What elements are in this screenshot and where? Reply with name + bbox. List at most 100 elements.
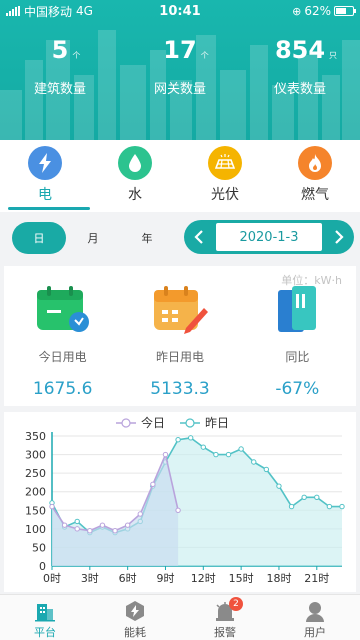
tab-electricity[interactable]: 电 <box>0 140 90 212</box>
y-tick-label: 250 <box>25 467 46 480</box>
date-picker: 2020-1-3 <box>184 220 354 254</box>
status-bar: 中国移动 4G 10:41 ⊕ 62% <box>0 0 360 22</box>
legend-marker <box>185 418 195 428</box>
user-icon <box>270 600 360 622</box>
date-value[interactable]: 2020-1-3 <box>216 223 322 251</box>
water-drop-icon <box>118 146 152 180</box>
data-point <box>301 494 307 500</box>
stat-unit: 个 <box>200 51 209 60</box>
summary-label: 昨日用电 <box>155 350 204 364</box>
tab-solar[interactable]: 光伏 <box>180 140 270 212</box>
nav-platform[interactable]: 平台 <box>0 595 90 640</box>
legend-marker <box>121 418 131 428</box>
nav-label: 用户 <box>304 626 326 639</box>
alarm-badge: 2 <box>229 597 243 611</box>
x-tick-label: 21时 <box>304 572 329 585</box>
y-tick-label: 300 <box>25 449 46 462</box>
data-point <box>225 451 232 458</box>
stats-row: 5个 建筑数量 17 个 网关数量 854 只 仪表数量 <box>0 36 360 97</box>
calendar-check-icon <box>4 284 121 336</box>
usage-line-chart: 0501001502002503003500时 3时 6时 9时 12时 15时 18时 21… <box>25 415 345 585</box>
nav-user[interactable]: 用户 <box>270 595 360 640</box>
legend-label: 昨日 <box>205 416 229 430</box>
nav-label: 平台 <box>34 626 56 639</box>
nav-energy[interactable]: 能耗 <box>90 595 180 640</box>
data-point <box>150 481 156 487</box>
y-tick-label: 50 <box>32 541 46 554</box>
stat-buildings[interactable]: 5个 建筑数量 <box>0 36 120 97</box>
unit-label: 单位：kW·h <box>281 274 342 287</box>
data-point <box>74 526 80 532</box>
stat-unit: 个 <box>72 51 81 60</box>
data-point <box>326 503 333 510</box>
summary-value: 5133.3 <box>150 379 210 399</box>
prev-date-button[interactable] <box>184 220 214 254</box>
stat-value: 854 <box>274 36 326 64</box>
summary-label: 今日用电 <box>38 350 87 364</box>
x-tick-label: 0时 <box>43 572 61 585</box>
tab-gas[interactable]: 燃气 <box>270 140 360 212</box>
y-tick-label: 350 <box>25 430 46 443</box>
data-point <box>238 446 244 452</box>
solar-panel-icon <box>208 146 242 180</box>
period-year-button[interactable]: 年 <box>120 222 174 254</box>
period-day-button[interactable]: 日 <box>12 222 66 254</box>
tab-label: 光伏 <box>211 187 239 203</box>
stat-unit: 只 <box>329 51 338 60</box>
x-tick-label: 15时 <box>229 572 254 585</box>
period-row: 日 月 年 2020-1-3 <box>0 212 360 262</box>
tab-label: 水 <box>128 187 142 203</box>
stat-value: 5 <box>51 36 69 64</box>
data-point <box>339 503 345 510</box>
date-text: 2020-1-3 <box>239 229 299 245</box>
data-point <box>112 528 118 534</box>
calendar-edit-icon <box>121 284 238 336</box>
data-point <box>124 522 131 528</box>
energy-icon <box>90 600 180 622</box>
stat-label: 仪表数量 <box>273 82 326 97</box>
battery-icon <box>334 6 356 16</box>
stat-value: 17 <box>163 36 197 64</box>
data-point <box>87 528 93 534</box>
nav-alarm[interactable]: 2 报警 <box>180 595 270 640</box>
x-tick-label: 3时 <box>81 572 99 585</box>
y-tick-label: 200 <box>25 486 46 499</box>
summary-yesterday: 昨日用电 5133.3 <box>121 284 238 399</box>
stat-label: 建筑数量 <box>33 82 86 97</box>
data-point <box>99 522 106 528</box>
data-point <box>162 451 169 458</box>
lightning-icon <box>28 146 62 180</box>
clock: 10:41 <box>159 3 201 19</box>
x-tick-label: 6时 <box>119 572 137 585</box>
data-point <box>49 503 55 510</box>
tab-label: 电 <box>38 187 52 203</box>
chevron-right-icon <box>335 230 344 244</box>
data-point <box>74 518 80 525</box>
stat-meters[interactable]: 854 只 仪表数量 <box>240 36 360 97</box>
stat-gateways[interactable]: 17 个 网关数量 <box>120 36 240 97</box>
chevron-left-icon <box>194 230 203 244</box>
period-month-button[interactable]: 月 <box>66 222 120 254</box>
data-point <box>276 483 282 489</box>
summary-value: -67% <box>275 379 320 399</box>
summary-compare: 同比 -67% <box>239 284 356 399</box>
data-point <box>175 507 181 513</box>
y-tick-label: 150 <box>25 504 46 517</box>
data-point <box>288 503 295 510</box>
next-date-button[interactable] <box>324 220 354 254</box>
summary-label: 同比 <box>285 350 310 364</box>
y-tick-label: 100 <box>25 523 46 536</box>
data-point <box>251 459 257 465</box>
data-point <box>200 444 207 450</box>
data-point <box>314 494 320 500</box>
alarm-icon <box>180 600 270 622</box>
summary-card: 单位：kW·h 今日用电 1675.6 昨日用电 5133.3 同比 -67% <box>4 266 356 406</box>
data-point <box>263 466 270 473</box>
header: 中国移动 4G 10:41 ⊕ 62% 5个 建筑数量 17 个 网关数量 854… <box>0 0 360 140</box>
data-point <box>187 435 194 441</box>
tab-label: 燃气 <box>301 187 329 203</box>
summary-today: 今日用电 1675.6 <box>4 284 121 399</box>
data-point <box>213 451 219 458</box>
tab-water[interactable]: 水 <box>90 140 180 212</box>
bottom-nav: 平台 能耗 2 报警 用户 <box>0 594 360 640</box>
